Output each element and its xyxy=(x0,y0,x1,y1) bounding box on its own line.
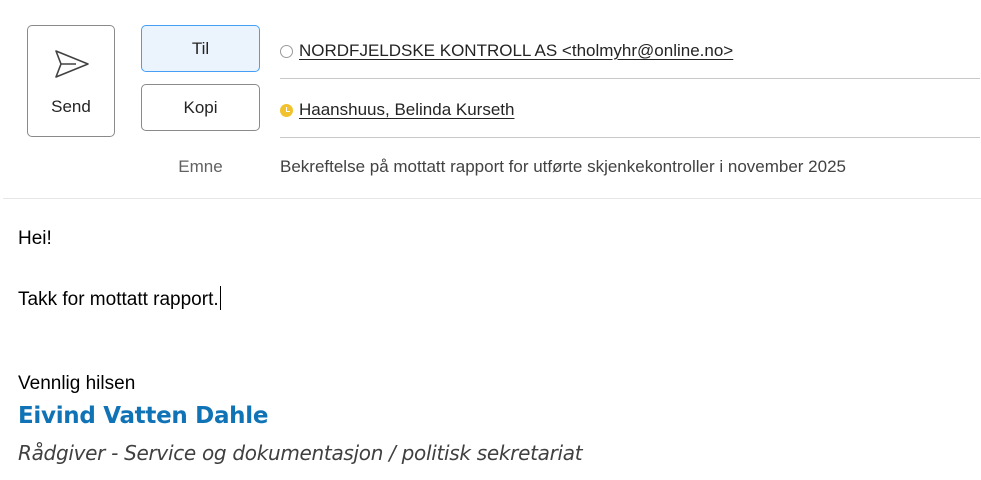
subject-label: Emne xyxy=(178,157,223,176)
recipient-name[interactable]: NORDFJELDSKE KONTROLL AS <tholmyhr@onlin… xyxy=(299,41,733,61)
recipient-chip[interactable]: NORDFJELDSKE KONTROLL AS <tholmyhr@onlin… xyxy=(280,40,733,62)
send-icon xyxy=(55,50,89,78)
body-closing[interactable]: Vennlig hilsen xyxy=(18,373,135,395)
recipient-name[interactable]: Haanshuus, Belinda Kurseth xyxy=(299,100,514,120)
to-field[interactable]: NORDFJELDSKE KONTROLL AS <tholmyhr@onlin… xyxy=(280,21,980,79)
cc-button[interactable]: Kopi xyxy=(141,84,260,131)
presence-away-icon xyxy=(280,103,293,117)
presence-offline-icon xyxy=(280,44,293,58)
send-button-label: Send xyxy=(51,97,91,116)
signature-title[interactable]: Rådgiver - Service og dokumentasjon / po… xyxy=(18,441,583,465)
cc-field[interactable]: Haanshuus, Belinda Kurseth xyxy=(280,80,980,138)
compose-window: Send Til Kopi NORDFJELDSKE KONTROLL AS <… xyxy=(0,0,981,480)
recipient-chip[interactable]: Haanshuus, Belinda Kurseth xyxy=(280,99,514,121)
send-button[interactable]: Send xyxy=(27,25,115,137)
to-button[interactable]: Til xyxy=(141,25,260,72)
body-message-text[interactable]: Takk for mottatt rapport. xyxy=(18,289,219,310)
signature-name[interactable]: Eivind Vatten Dahle xyxy=(18,403,268,429)
text-caret xyxy=(219,286,221,310)
header-divider xyxy=(3,198,981,199)
subject-input[interactable]: Bekreftelse på mottatt rapport for utfør… xyxy=(280,157,846,177)
body-greeting[interactable]: Hei! xyxy=(18,228,52,250)
body-message[interactable]: Takk for mottatt rapport. xyxy=(18,286,221,311)
